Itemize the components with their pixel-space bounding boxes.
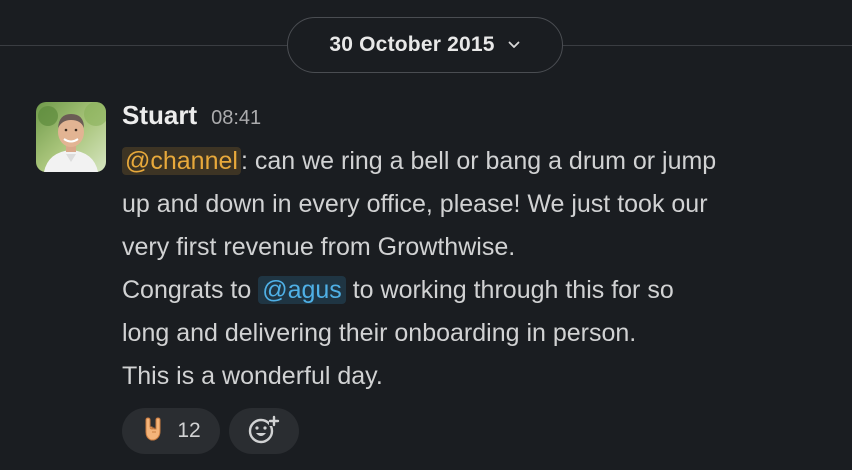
- avatar[interactable]: [36, 102, 106, 172]
- message-text: long and delivering their onboarding in …: [122, 319, 637, 347]
- message-text: up and down in every office, please! We …: [122, 190, 708, 218]
- user-mention[interactable]: @agus: [258, 276, 346, 304]
- message-body: @channel: can we ring a bell or bang a d…: [122, 140, 822, 398]
- reaction-pill[interactable]: 12: [122, 408, 220, 454]
- add-emoji-icon: [247, 414, 281, 449]
- sign-of-the-horns-icon: [141, 416, 165, 447]
- chevron-down-icon: [507, 38, 521, 52]
- message-text: : can we ring a bell or bang a drum or j…: [240, 147, 717, 175]
- channel-mention[interactable]: @channel: [122, 147, 241, 175]
- message-text: Congrats to: [122, 276, 259, 304]
- author-name[interactable]: Stuart: [122, 100, 197, 131]
- date-divider-button[interactable]: 30 October 2015: [287, 17, 563, 73]
- message-text: very first revenue from Growthwise.: [122, 233, 516, 261]
- message-text: This is a wonderful day.: [122, 362, 383, 390]
- message-text: to working through this for so: [345, 276, 674, 304]
- message-timestamp[interactable]: 08:41: [211, 107, 261, 130]
- reactions-bar: 12: [122, 408, 299, 454]
- reaction-count: 12: [177, 419, 201, 442]
- add-reaction-button[interactable]: [229, 408, 299, 454]
- date-label: 30 October 2015: [329, 33, 495, 56]
- message: Stuart 08:41 @channel: can we ring a bel…: [122, 100, 822, 398]
